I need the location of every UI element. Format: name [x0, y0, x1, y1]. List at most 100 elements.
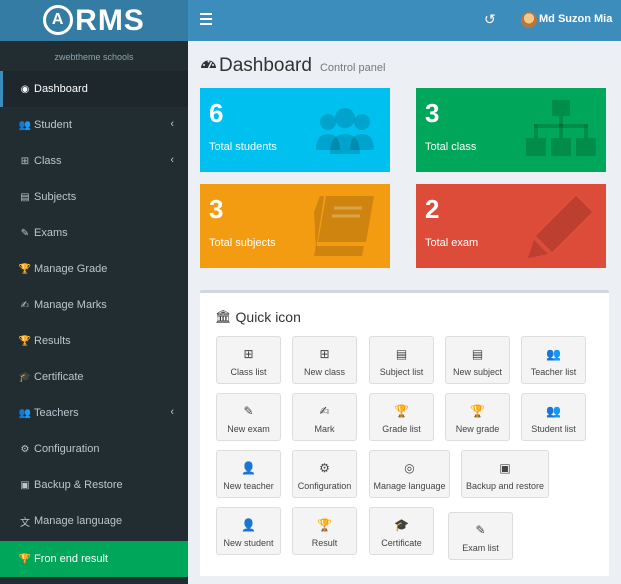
book-icon: ▤ [20, 191, 30, 203]
stat-box-subjects[interactable]: 3 Total subjects [200, 184, 390, 268]
sitemap-icon: ⊞ [243, 347, 254, 361]
quick-button-label: Exam list [462, 543, 499, 553]
users-icon: 👥 [18, 407, 32, 419]
sidebar-item-backup-restore[interactable]: ▣ Backup & Restore [0, 467, 188, 503]
quick-button-certificate[interactable]: 🎓 Certificate [369, 507, 434, 555]
page-heading: Dashboard [219, 55, 312, 76]
avatar[interactable] [521, 12, 537, 28]
quick-button-label: Manage language [373, 481, 446, 491]
history-icon[interactable]: ↺ [484, 11, 496, 28]
sidebar-item-teachers[interactable]: 👥 Teachers ‹ [0, 395, 188, 431]
users-icon: 👥 [546, 404, 561, 418]
edit-icon: ✍ [319, 404, 330, 418]
quick-button-configuration[interactable]: ⚙ Configuration [292, 450, 357, 498]
sidebar-item-label: Manage Grade [34, 263, 108, 275]
sidebar-menu: ◉ Dashboard 👥 Student ‹ ⊞ Class ‹ ▤ Subjects ✎ Exam… [0, 71, 188, 539]
top-navbar: ↺ Md Suzon Mia [188, 0, 621, 41]
stat-value: 6 [209, 98, 224, 128]
quick-button-result[interactable]: 🏆 Result [292, 507, 357, 555]
sidebar-item-manage-marks[interactable]: ✍ Manage Marks [0, 287, 188, 323]
chevron-left-icon: ‹ [170, 406, 174, 418]
trophy-icon: 🏆 [394, 404, 409, 418]
quick-button-label: Teacher list [530, 367, 577, 377]
page-title: Dashboard Control panel [200, 55, 385, 77]
sidebar-item-subjects[interactable]: ▤ Subjects [0, 179, 188, 215]
dashboard-icon: ◉ [20, 83, 30, 95]
stat-value: 3 [209, 194, 224, 224]
sidebar-item-results[interactable]: 🏆 Results [0, 323, 188, 359]
quick-icon-title: 🏛 Quick icon [215, 309, 301, 325]
trophy-icon: 🏆 [18, 335, 32, 347]
user-name[interactable]: Md Suzon Mia [539, 13, 612, 25]
quick-button-student-list[interactable]: 👥 Student list [521, 393, 586, 441]
sidebar-item-class[interactable]: ⊞ Class ‹ [0, 143, 188, 179]
pencil-icon: ✎ [20, 227, 30, 239]
quick-button-teacher-list[interactable]: 👥 Teacher list [521, 336, 586, 384]
sidebar-item-configuration[interactable]: ⚙ Configuration [0, 431, 188, 467]
language-icon: 文 [20, 517, 30, 529]
chevron-left-icon: ‹ [170, 154, 174, 166]
stat-box-exam[interactable]: 2 Total exam [416, 184, 606, 268]
quick-button-new-student[interactable]: 👤 New student [216, 507, 281, 555]
sidebar-item-label: Fron end result [34, 553, 108, 565]
trophy-icon: 🏆 [470, 404, 485, 418]
stat-label: Total class [425, 141, 477, 153]
quick-button-label: Mark [314, 424, 335, 434]
pencil-icon: ✎ [243, 404, 254, 418]
sidebar: zwebtheme schools ◉ Dashboard 👥 Student ‹ ⊞ Cl… [0, 41, 188, 584]
app-logo[interactable]: A RMS [0, 0, 188, 41]
main-content: Dashboard Control panel 6 Total students… [188, 41, 621, 584]
quick-button-label: New student [223, 538, 274, 548]
edit-icon: ✍ [20, 299, 30, 311]
quick-button-exam-list[interactable]: ✎ Exam list [448, 512, 513, 560]
quick-button-backup-and-restore[interactable]: ▣ Backup and restore [461, 450, 549, 498]
sidebar-item-label: Teachers [34, 407, 79, 419]
graduation-cap-icon: 🎓 [18, 371, 32, 383]
gear-icon: ⚙ [319, 461, 330, 475]
sidebar-item-front-end-result[interactable]: 🏆 Fron end result [0, 541, 188, 577]
archive-icon: ▣ [499, 461, 511, 475]
users-icon: 👥 [18, 119, 32, 131]
trophy-icon: 🏆 [18, 263, 32, 275]
quick-button-new-exam[interactable]: ✎ New exam [216, 393, 281, 441]
school-name: zwebtheme schools [0, 41, 188, 71]
quick-button-new-teacher[interactable]: 👤 New teacher [216, 450, 281, 498]
page-subtitle: Control panel [319, 62, 386, 74]
quick-button-label: Configuration [297, 481, 352, 491]
sidebar-item-certificate[interactable]: 🎓 Certificate [0, 359, 188, 395]
quick-button-new-subject[interactable]: ▤ New subject [445, 336, 510, 384]
quick-icon-panel: 🏛 Quick icon ⊞ Class list ⊞ New class ▤ Subje… [200, 290, 609, 576]
book-icon [314, 196, 374, 256]
book-icon: ▤ [395, 347, 408, 361]
stat-box-students[interactable]: 6 Total students [200, 88, 390, 172]
sidebar-item-label: Exams [34, 227, 68, 239]
sidebar-item-label: Certificate [34, 371, 84, 383]
sidebar-item-student[interactable]: 👥 Student ‹ [0, 107, 188, 143]
quick-button-label: Backup and restore [465, 481, 545, 491]
quick-button-new-grade[interactable]: 🏆 New grade [445, 393, 510, 441]
sidebar-item-label: Backup & Restore [34, 479, 123, 491]
quick-button-label: Certificate [381, 538, 422, 548]
quick-button-label: Class list [230, 367, 267, 377]
quick-button-grade-list[interactable]: 🏆 Grade list [369, 393, 434, 441]
sidebar-item-manage-grade[interactable]: 🏆 Manage Grade [0, 251, 188, 287]
sidebar-item-exams[interactable]: ✎ Exams [0, 215, 188, 251]
sidebar-item-dashboard[interactable]: ◉ Dashboard [0, 71, 188, 107]
dashboard-icon [200, 56, 217, 76]
quick-button-class-list[interactable]: ⊞ Class list [216, 336, 281, 384]
graduation-cap-icon: 🎓 [394, 518, 409, 532]
users-icon: 👥 [546, 347, 561, 361]
quick-button-subject-list[interactable]: ▤ Subject list [369, 336, 434, 384]
book-icon: ▤ [471, 347, 484, 361]
sidebar-item-manage-language[interactable]: 文 Manage language [0, 503, 188, 539]
stat-label: Total exam [425, 237, 479, 249]
quick-button-manage-language[interactable]: ◎ Manage language [369, 450, 450, 498]
sidebar-item-label: Dashboard [34, 83, 88, 95]
quick-button-new-class[interactable]: ⊞ New class [292, 336, 357, 384]
user-icon: 👤 [241, 461, 256, 475]
hamburger-icon[interactable] [200, 13, 212, 25]
quick-button-mark[interactable]: ✍ Mark [292, 393, 357, 441]
quick-button-label: New grade [455, 424, 500, 434]
life-ring-icon: ◎ [404, 461, 415, 475]
stat-box-class[interactable]: 3 Total class [416, 88, 606, 172]
